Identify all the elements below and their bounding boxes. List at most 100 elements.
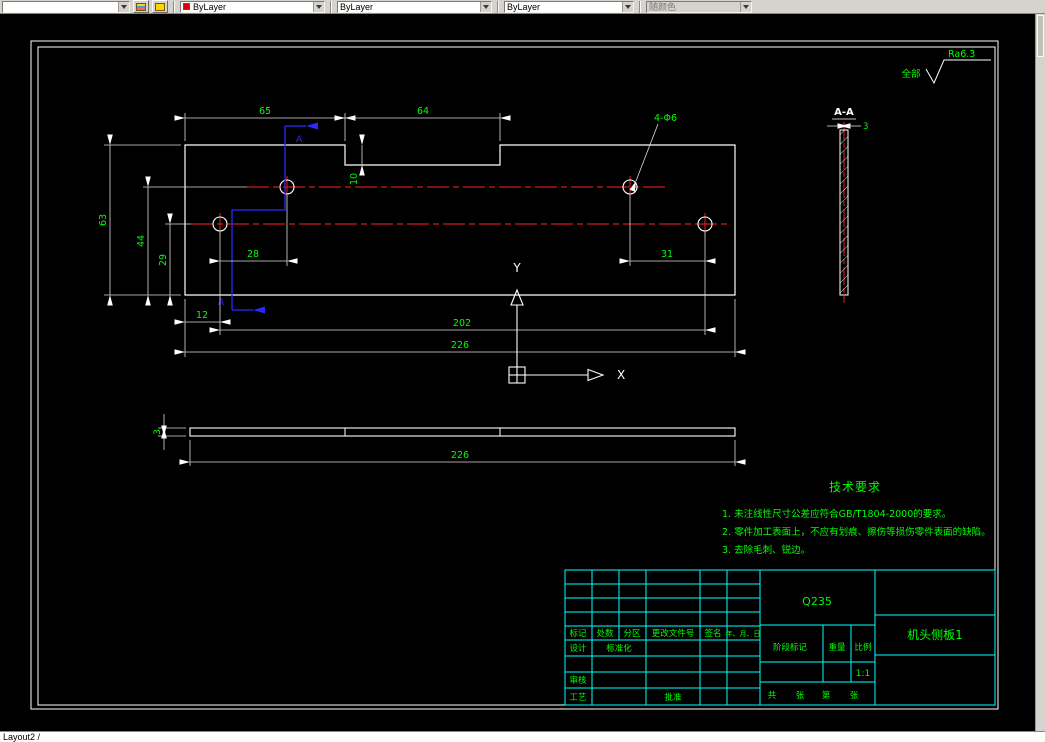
toolbar-separator <box>330 0 332 13</box>
layout-tab[interactable]: Layout2 / <box>3 732 40 742</box>
section-cut-line[interactable] <box>231 122 318 314</box>
tech-requirements: 技术要求 1. 未注线性尺寸公差应符合GB/T1804-2000的要求。 2. … <box>722 480 991 556</box>
ucs-y-arrowhead-icon <box>510 288 524 306</box>
scrollbar-thumb[interactable] <box>1037 15 1044 57</box>
lineweight-combo-dropdown-icon[interactable] <box>622 1 633 12</box>
front-view-dimensions[interactable]: 65 64 10 63 44 29 28 31 12 202 226 <box>98 106 746 357</box>
front-view[interactable] <box>184 144 736 296</box>
dim-29: 29 <box>158 254 169 266</box>
toolbar-separator <box>173 0 175 13</box>
hole-center-marks <box>219 176 706 235</box>
dim-12: 12 <box>196 310 208 321</box>
dim-31: 31 <box>661 249 673 260</box>
dim-28: 28 <box>247 249 259 260</box>
bottom-view-dimensions: 3 226 <box>153 414 746 466</box>
dim-64: 64 <box>417 106 429 117</box>
weight-label: 重量 <box>828 642 846 653</box>
lineweight-combo-value: ByLayer <box>507 1 541 12</box>
bottom-plate-outline <box>189 427 736 437</box>
dim-226-front: 226 <box>451 340 469 351</box>
section-view[interactable]: A-A 3 <box>827 107 868 303</box>
standardization-label: 标准化 <box>606 643 632 654</box>
color-combo-value: ByLayer <box>193 1 227 12</box>
ucs-y-label: Y <box>512 261 521 275</box>
title-block-texts: 标记 处数 分区 更改文件号 签名 年、月、日 设计 标准化 审核 工艺 批准 … <box>569 595 962 703</box>
hole-leader-line <box>629 123 659 192</box>
layer-combo[interactable] <box>2 0 130 13</box>
dim-3-section: 3 <box>863 122 868 132</box>
rev-header-date: 年、月、日 <box>726 629 761 638</box>
linetype-combo-value: ByLayer <box>340 1 374 12</box>
rev-header-sign: 签名 <box>704 628 721 639</box>
toolbar-separator <box>497 0 499 13</box>
stage-mark-label: 阶段标记 <box>773 642 808 653</box>
drawing-canvas[interactable]: A A 65 64 10 63 44 29 28 31 12 202 226 4… <box>0 14 1035 731</box>
linetype-combo-dropdown-icon[interactable] <box>480 1 491 12</box>
dim-65: 65 <box>259 106 271 117</box>
approve-label: 批准 <box>664 692 682 703</box>
dim-10: 10 <box>349 173 360 185</box>
hole-callout[interactable]: 4-Φ6 <box>629 113 677 192</box>
section-title: A-A <box>834 107 854 118</box>
material-text: Q235 <box>802 595 832 608</box>
dim-3-thickness: 3 <box>153 429 163 435</box>
object-properties-toolbar: ByLayer ByLayer ByLayer 随颜色 <box>0 0 1045 14</box>
toolbar-separator <box>639 0 641 13</box>
rev-header-docno: 更改文件号 <box>652 628 695 639</box>
cad-window: ByLayer ByLayer ByLayer 随颜色 A A 65 64 10… <box>0 0 1045 742</box>
audit-label: 审核 <box>569 675 587 686</box>
rev-header-mark: 标记 <box>569 628 587 639</box>
color-combo[interactable]: ByLayer <box>180 0 325 13</box>
vertical-scrollbar[interactable] <box>1035 14 1045 731</box>
dim-63: 63 <box>98 214 109 226</box>
color-combo-dropdown-icon[interactable] <box>313 1 324 12</box>
ucs-x-arrowhead-icon <box>587 368 605 382</box>
scale-value: 1:1 <box>856 669 870 679</box>
finish-value-text: Ra6.3 <box>948 49 975 60</box>
drawing-area[interactable]: A A 65 64 10 63 44 29 28 31 12 202 226 4… <box>0 14 1045 731</box>
tech-req-item-2: 2. 零件加工表面上，不应有划痕、擦伤等损伤零件表面的缺陷。 <box>722 526 991 538</box>
finish-scope-text: 全部 <box>901 68 920 80</box>
dimension-texts: 65 64 10 63 44 29 28 31 12 202 226 <box>98 106 673 351</box>
hole-note-text: 4-Φ6 <box>654 113 677 124</box>
dim-44: 44 <box>136 235 147 247</box>
ucs-icon: Y X <box>508 261 625 384</box>
dim-226-bottom: 226 <box>451 450 469 461</box>
plotstyle-combo-dropdown-icon <box>740 1 751 12</box>
lineweight-combo[interactable]: ByLayer <box>504 0 634 13</box>
design-label: 设计 <box>569 643 587 654</box>
bylayer-color-swatch-icon <box>183 3 190 10</box>
section-body <box>839 129 849 296</box>
sheet-no-unit: 张 <box>850 691 859 701</box>
sheet-no-label: 第 <box>822 690 831 701</box>
scale-label: 比例 <box>854 642 871 653</box>
linetype-combo[interactable]: ByLayer <box>337 0 492 13</box>
make-object-layer-current-icon[interactable] <box>133 0 149 13</box>
plotstyle-combo[interactable]: 随颜色 <box>646 0 752 13</box>
part-name-text: 机头侧板1 <box>907 628 963 642</box>
plotstyle-combo-value: 随颜色 <box>649 2 677 12</box>
surface-finish-note: 全部 Ra6.3 <box>901 49 991 85</box>
sheet-total-label: 共 <box>768 691 777 701</box>
plate-outline <box>184 144 736 296</box>
rev-header-zone: 分区 <box>623 629 641 639</box>
cut-path <box>231 126 286 310</box>
status-bar: Layout2 / <box>0 731 1045 742</box>
sheet-total-unit: 张 <box>796 691 805 701</box>
tech-req-title: 技术要求 <box>829 480 881 494</box>
section-mark-top: A <box>296 135 303 145</box>
title-block: 标记 处数 分区 更改文件号 签名 年、月、日 设计 标准化 审核 工艺 批准 … <box>564 569 996 706</box>
tech-req-item-1: 1. 未注线性尺寸公差应符合GB/T1804-2000的要求。 <box>722 508 951 520</box>
ucs-x-label: X <box>617 368 625 382</box>
roughness-symbol-icon <box>925 59 991 85</box>
bottom-view[interactable] <box>189 427 736 437</box>
holes <box>212 179 713 232</box>
center-lines <box>191 186 729 225</box>
process-label: 工艺 <box>569 693 586 703</box>
layer-previous-icon[interactable] <box>152 0 168 13</box>
section-mark-bottom: A <box>218 298 225 308</box>
layer-combo-dropdown-icon[interactable] <box>118 1 129 12</box>
rev-header-count: 处数 <box>596 628 614 639</box>
tech-req-item-3: 3. 去除毛刺、锐边。 <box>722 544 810 556</box>
dim-202: 202 <box>453 318 471 329</box>
